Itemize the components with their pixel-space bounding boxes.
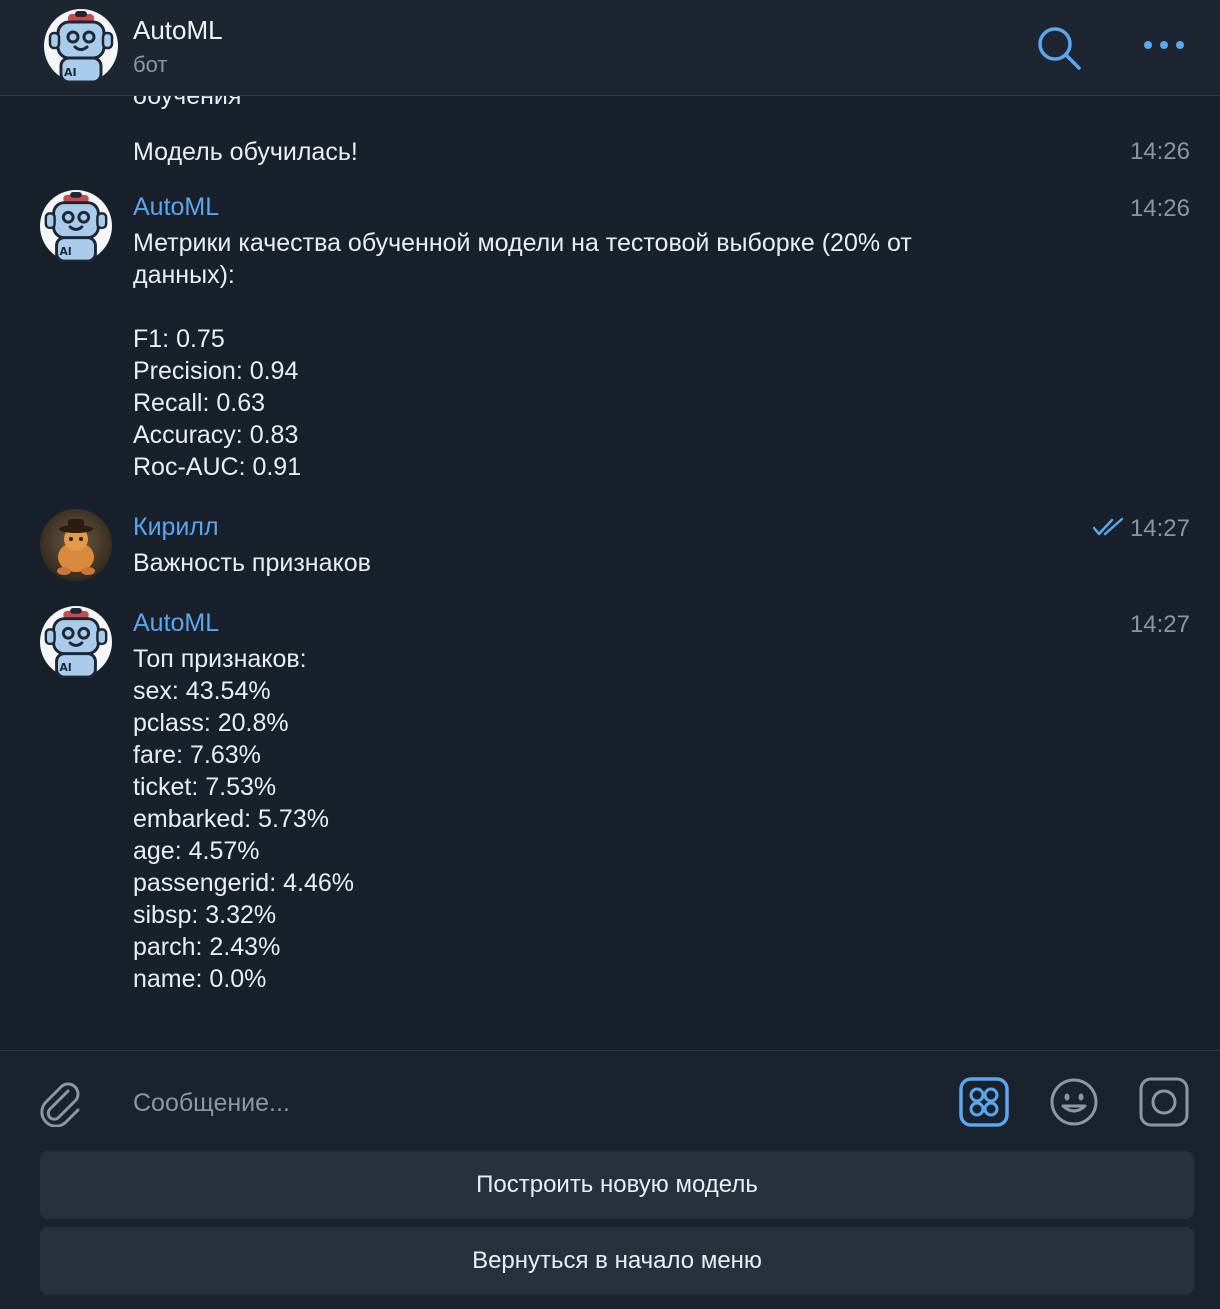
message-line: fare: 7.63%: [133, 741, 261, 769]
message-time: 14:26: [1129, 138, 1190, 165]
bot-avatar[interactable]: [40, 190, 112, 262]
message-text-cut: обучения: [133, 96, 242, 110]
user-avatar[interactable]: [40, 509, 112, 581]
message-line: Recall: 0.63: [133, 389, 266, 417]
bot-avatar[interactable]: [44, 9, 118, 83]
message-time: 14:27: [1129, 515, 1190, 542]
bot-keyboard-icon[interactable]: [959, 1077, 1009, 1127]
message-text: Важность признаков: [133, 549, 371, 577]
message-line: age: 4.57%: [133, 837, 260, 865]
message-line: sex: 43.54%: [133, 677, 271, 705]
message-line: passengerid: 4.46%: [133, 869, 354, 897]
camera-icon[interactable]: [1139, 1077, 1189, 1127]
attach-icon[interactable]: [38, 1077, 84, 1127]
message-text: Модель обучилась!: [133, 138, 358, 166]
message-line: sibsp: 3.32%: [133, 901, 277, 929]
more-icon[interactable]: [1142, 33, 1186, 57]
chat-header: AutoML бот: [0, 0, 1220, 96]
back-to-menu-button[interactable]: Вернуться в начало меню: [40, 1227, 1194, 1295]
message-line: parch: 2.43%: [133, 933, 281, 961]
message-sender[interactable]: AutoML: [133, 193, 219, 222]
chat-subtitle: бот: [133, 52, 168, 77]
message-line: pclass: 20.8%: [133, 709, 289, 737]
message-line: Roc-AUC: 0.91: [133, 453, 302, 481]
message-line: embarked: 5.73%: [133, 805, 329, 833]
message-line: Топ признаков:: [133, 645, 307, 673]
message-line: name: 0.0%: [133, 965, 267, 993]
message-time: 14:27: [1129, 611, 1190, 638]
message-input[interactable]: [133, 1083, 913, 1123]
emoji-icon[interactable]: [1049, 1077, 1099, 1127]
bot-avatar[interactable]: [40, 606, 112, 678]
message-time: 14:26: [1129, 195, 1190, 222]
message-line: Метрики качества обученной модели на тес…: [133, 229, 912, 257]
message-sender[interactable]: AutoML: [133, 609, 219, 638]
search-icon[interactable]: [1036, 25, 1082, 71]
message-sender[interactable]: Кирилл: [133, 513, 219, 542]
message-line: F1: 0.75: [133, 325, 225, 353]
composer: Построить новую модель Вернуться в начал…: [0, 1050, 1220, 1309]
chat-title[interactable]: AutoML: [133, 15, 223, 46]
message-line: ticket: 7.53%: [133, 773, 277, 801]
message-line: Precision: 0.94: [133, 357, 299, 385]
message-line: Accuracy: 0.83: [133, 421, 299, 449]
message-list[interactable]: обучения Модель обучилась! 14:26 AutoML …: [0, 96, 1220, 1050]
build-new-model-button[interactable]: Построить новую модель: [40, 1151, 1194, 1219]
read-checkmarks-icon: [1093, 517, 1124, 536]
message-line: данных):: [133, 261, 235, 289]
